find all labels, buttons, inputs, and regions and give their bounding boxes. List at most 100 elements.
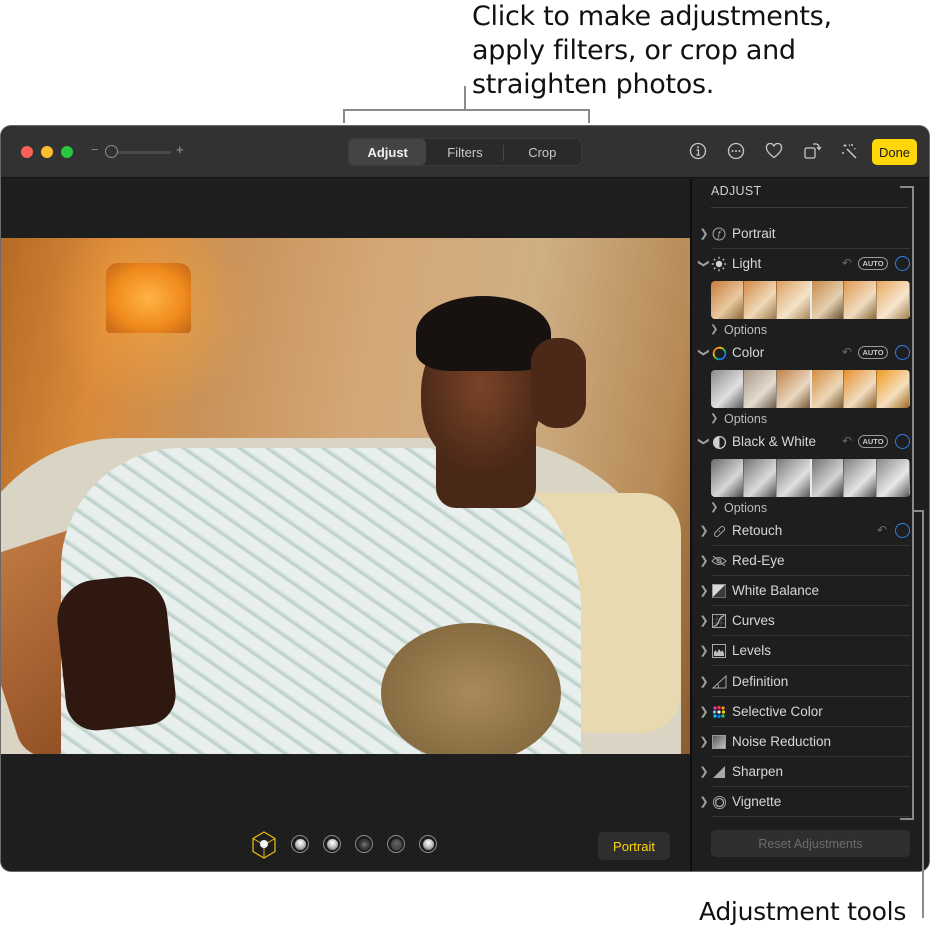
minimize-button[interactable]: [41, 146, 53, 158]
film-frame: [843, 370, 877, 408]
sidebar-item-label: Vignette: [732, 794, 782, 809]
sidebar-item-definition[interactable]: ❯ Definition: [692, 667, 929, 697]
auto-enhance-icon[interactable]: [839, 140, 861, 162]
sidebar-item-vignette[interactable]: ❯ Vignette: [692, 787, 929, 817]
tab-adjust[interactable]: Adjust: [349, 139, 427, 165]
sidebar-item-portrait[interactable]: ❯ f Portrait: [692, 219, 929, 249]
chevron-right-icon[interactable]: ❯: [710, 413, 718, 424]
callout-bracket: [912, 186, 914, 820]
sidebar-item-label: Noise Reduction: [732, 734, 832, 749]
sidebar-item-label: Light: [732, 256, 762, 271]
enable-toggle[interactable]: [895, 523, 910, 538]
callout-adjustment-tools: Adjustment tools: [699, 897, 907, 926]
photo-image[interactable]: [1, 238, 690, 754]
reset-adjustments-button[interactable]: Reset Adjustments: [711, 830, 910, 857]
chevron-down-icon[interactable]: ❯: [698, 436, 711, 448]
chevron-down-icon[interactable]: ❯: [698, 347, 711, 359]
sidebar-item-selective-color[interactable]: ❯ Selective Color: [692, 697, 929, 727]
film-frame: [711, 370, 745, 408]
selective-color-icon: [711, 704, 727, 720]
close-button[interactable]: [21, 146, 33, 158]
chevron-right-icon[interactable]: ❯: [698, 584, 710, 597]
sidebar-item-noise-reduction[interactable]: ❯ Noise Reduction: [692, 727, 929, 757]
natural-light-icon[interactable]: [251, 831, 277, 859]
light-slider-filmstrip[interactable]: [711, 281, 910, 319]
enable-toggle[interactable]: [895, 434, 910, 449]
chevron-right-icon[interactable]: ❯: [698, 614, 710, 627]
tab-crop[interactable]: Crop: [504, 139, 581, 165]
tab-label: Filters: [447, 144, 483, 160]
auto-button[interactable]: AUTO: [858, 346, 888, 359]
sidebar-item-color[interactable]: ❯ Color ↶ AUTO: [692, 338, 929, 368]
chevron-right-icon[interactable]: ❯: [698, 554, 710, 567]
photo-detail: [381, 623, 561, 754]
chevron-right-icon[interactable]: ❯: [710, 324, 718, 335]
contour-light-icon[interactable]: [323, 835, 341, 853]
chevron-right-icon[interactable]: ❯: [698, 227, 710, 240]
photos-edit-window: − + Adjust Filters Crop Done Portrait AD…: [1, 126, 929, 871]
zoom-in-icon[interactable]: +: [176, 142, 184, 157]
portrait-lighting-presets: [251, 831, 437, 859]
chevron-right-icon[interactable]: ❯: [698, 524, 710, 537]
sidebar-item-label: White Balance: [732, 583, 820, 598]
sidebar-item-retouch[interactable]: ❯ Retouch ↶: [692, 516, 929, 546]
preset-dot: [422, 838, 434, 850]
sidebar-item-label: Black & White: [732, 434, 817, 449]
zoom-slider-knob[interactable]: [105, 145, 118, 158]
fullscreen-button[interactable]: [61, 146, 73, 158]
revert-icon[interactable]: ↶: [842, 345, 852, 359]
film-frame: [810, 459, 844, 497]
done-button[interactable]: Done: [872, 139, 917, 165]
chevron-right-icon[interactable]: ❯: [710, 502, 718, 513]
callout-line: Click to make adjustments,: [472, 1, 832, 32]
slider-handle[interactable]: [810, 281, 812, 319]
sidebar-item-red-eye[interactable]: ❯ Red-Eye: [692, 546, 929, 576]
enable-toggle[interactable]: [895, 345, 910, 360]
more-icon[interactable]: [725, 140, 747, 162]
auto-button[interactable]: AUTO: [858, 435, 888, 448]
info-icon[interactable]: [687, 140, 709, 162]
studio-light-icon[interactable]: [291, 835, 309, 853]
revert-icon[interactable]: ↶: [842, 434, 852, 448]
chevron-right-icon[interactable]: ❯: [698, 705, 710, 718]
preset-dot: [326, 838, 338, 850]
chevron-right-icon[interactable]: ❯: [698, 765, 710, 778]
high-key-light-mono-icon[interactable]: [419, 835, 437, 853]
slider-handle[interactable]: [810, 459, 812, 497]
color-wheel-icon: [711, 345, 727, 361]
portrait-button[interactable]: Portrait: [598, 832, 670, 860]
sidebar-item-light[interactable]: ❯ Light ↶ AUTO: [692, 249, 929, 279]
chevron-right-icon[interactable]: ❯: [698, 795, 710, 808]
film-frame: [876, 370, 910, 408]
sidebar-item-levels[interactable]: ❯ Levels: [692, 636, 929, 666]
sidebar-item-label: Definition: [732, 674, 789, 689]
photo-canvas[interactable]: Portrait: [1, 179, 690, 871]
tab-filters[interactable]: Filters: [426, 139, 504, 165]
callout-bracket: [343, 109, 345, 123]
sidebar-item-curves[interactable]: ❯ Curves: [692, 606, 929, 636]
slider-handle[interactable]: [810, 370, 812, 408]
revert-icon[interactable]: ↶: [877, 523, 887, 537]
chevron-right-icon[interactable]: ❯: [698, 644, 710, 657]
stage-light-icon[interactable]: [355, 835, 373, 853]
auto-button[interactable]: AUTO: [858, 257, 888, 270]
favorite-heart-icon[interactable]: [763, 140, 785, 162]
stage-light-mono-icon[interactable]: [387, 835, 405, 853]
tab-label: Crop: [528, 144, 557, 160]
revert-icon[interactable]: ↶: [842, 256, 852, 270]
enable-toggle[interactable]: [895, 256, 910, 271]
zoom-slider[interactable]: [111, 151, 171, 154]
portrait-f-icon: f: [711, 226, 727, 242]
sidebar-item-black-white[interactable]: ❯ Black & White ↶ AUTO: [692, 427, 929, 457]
chevron-down-icon[interactable]: ❯: [698, 258, 711, 270]
sidebar-item-sharpen[interactable]: ❯ Sharpen: [692, 757, 929, 787]
callout-bracket: [343, 109, 590, 111]
bw-slider-filmstrip[interactable]: [711, 459, 910, 497]
chevron-right-icon[interactable]: ❯: [698, 675, 710, 688]
levels-icon: [711, 643, 727, 659]
zoom-out-icon[interactable]: −: [91, 142, 99, 157]
color-slider-filmstrip[interactable]: [711, 370, 910, 408]
chevron-right-icon[interactable]: ❯: [698, 735, 710, 748]
sidebar-item-white-balance[interactable]: ❯ White Balance: [692, 576, 929, 606]
rotate-icon[interactable]: [801, 140, 823, 162]
